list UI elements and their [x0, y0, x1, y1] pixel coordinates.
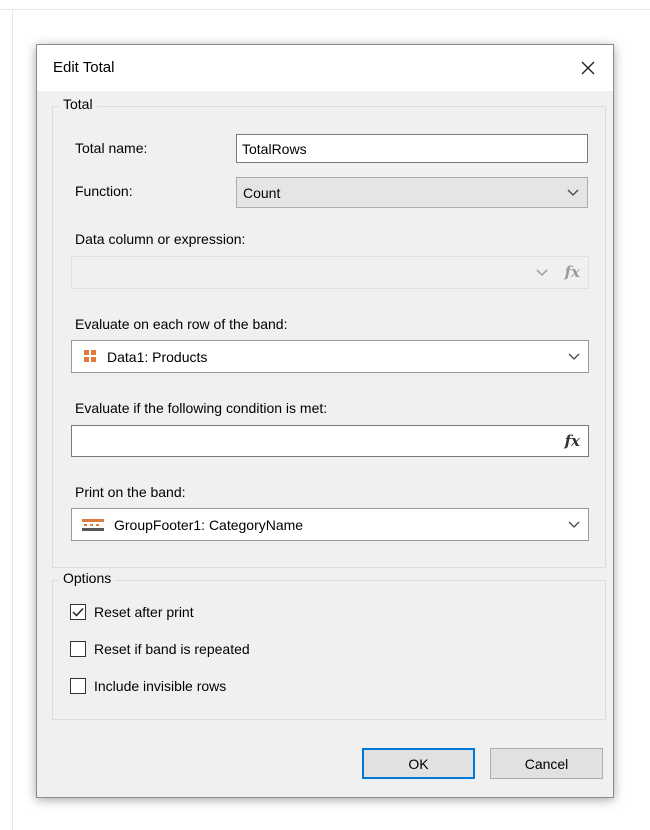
reset-if-repeated-checkbox[interactable]: Reset if band is repeated	[70, 641, 250, 657]
checkbox-box[interactable]	[70, 641, 86, 657]
print-band-label: Print on the band:	[75, 484, 186, 500]
print-band-select[interactable]: GroupFooter1: CategoryName	[71, 508, 589, 541]
data-column-label: Data column or expression:	[75, 231, 246, 247]
data-column-input[interactable]: fx	[71, 256, 589, 289]
total-name-input[interactable]: TotalRows	[236, 134, 588, 163]
checkmark-icon	[72, 607, 84, 617]
total-groupbox: Total Total name: TotalRows Function: Co…	[52, 96, 606, 568]
close-button[interactable]	[571, 51, 605, 85]
window-edge-left	[12, 9, 13, 830]
chevron-down-icon	[568, 521, 580, 528]
checkbox-label: Reset if band is repeated	[94, 641, 250, 657]
checkbox-box[interactable]	[70, 604, 86, 620]
options-groupbox: Options Reset after print Reset if band …	[52, 570, 606, 720]
total-group-legend: Total	[59, 96, 97, 112]
evaluate-band-select[interactable]: Data1: Products	[71, 340, 589, 373]
dialog-title: Edit Total	[53, 59, 115, 76]
title-bar: Edit Total	[37, 45, 613, 91]
window-edge-top	[0, 9, 650, 10]
edit-total-dialog: Edit Total Total Total name: TotalRows F…	[36, 44, 614, 798]
include-invisible-rows-checkbox[interactable]: Include invisible rows	[70, 678, 226, 694]
data-band-icon	[84, 350, 96, 362]
cancel-button[interactable]: Cancel	[490, 748, 603, 779]
condition-label: Evaluate if the following condition is m…	[75, 400, 328, 416]
function-select[interactable]: Count	[236, 177, 588, 208]
evaluate-band-value: Data1: Products	[107, 348, 208, 365]
checkbox-box[interactable]	[70, 678, 86, 694]
evaluate-band-label: Evaluate on each row of the band:	[75, 316, 288, 332]
total-name-label: Total name:	[75, 140, 148, 156]
chevron-down-icon	[568, 353, 580, 360]
options-group-legend: Options	[59, 570, 116, 586]
print-band-value: GroupFooter1: CategoryName	[114, 516, 304, 533]
function-label: Function:	[75, 183, 133, 199]
group-footer-band-icon	[82, 518, 104, 531]
total-name-value: TotalRows	[242, 140, 307, 157]
ok-button[interactable]: OK	[362, 748, 475, 779]
checkbox-label: Reset after print	[94, 604, 194, 620]
function-value: Count	[243, 184, 281, 201]
fx-expression-icon[interactable]: fx	[565, 263, 580, 281]
chevron-down-icon[interactable]	[536, 269, 548, 277]
chevron-down-icon	[567, 189, 579, 196]
fx-expression-icon[interactable]: fx	[565, 432, 580, 450]
checkbox-label: Include invisible rows	[94, 678, 227, 694]
reset-after-print-checkbox[interactable]: Reset after print	[70, 604, 194, 620]
condition-input[interactable]: fx	[71, 425, 589, 457]
close-icon	[581, 61, 595, 75]
